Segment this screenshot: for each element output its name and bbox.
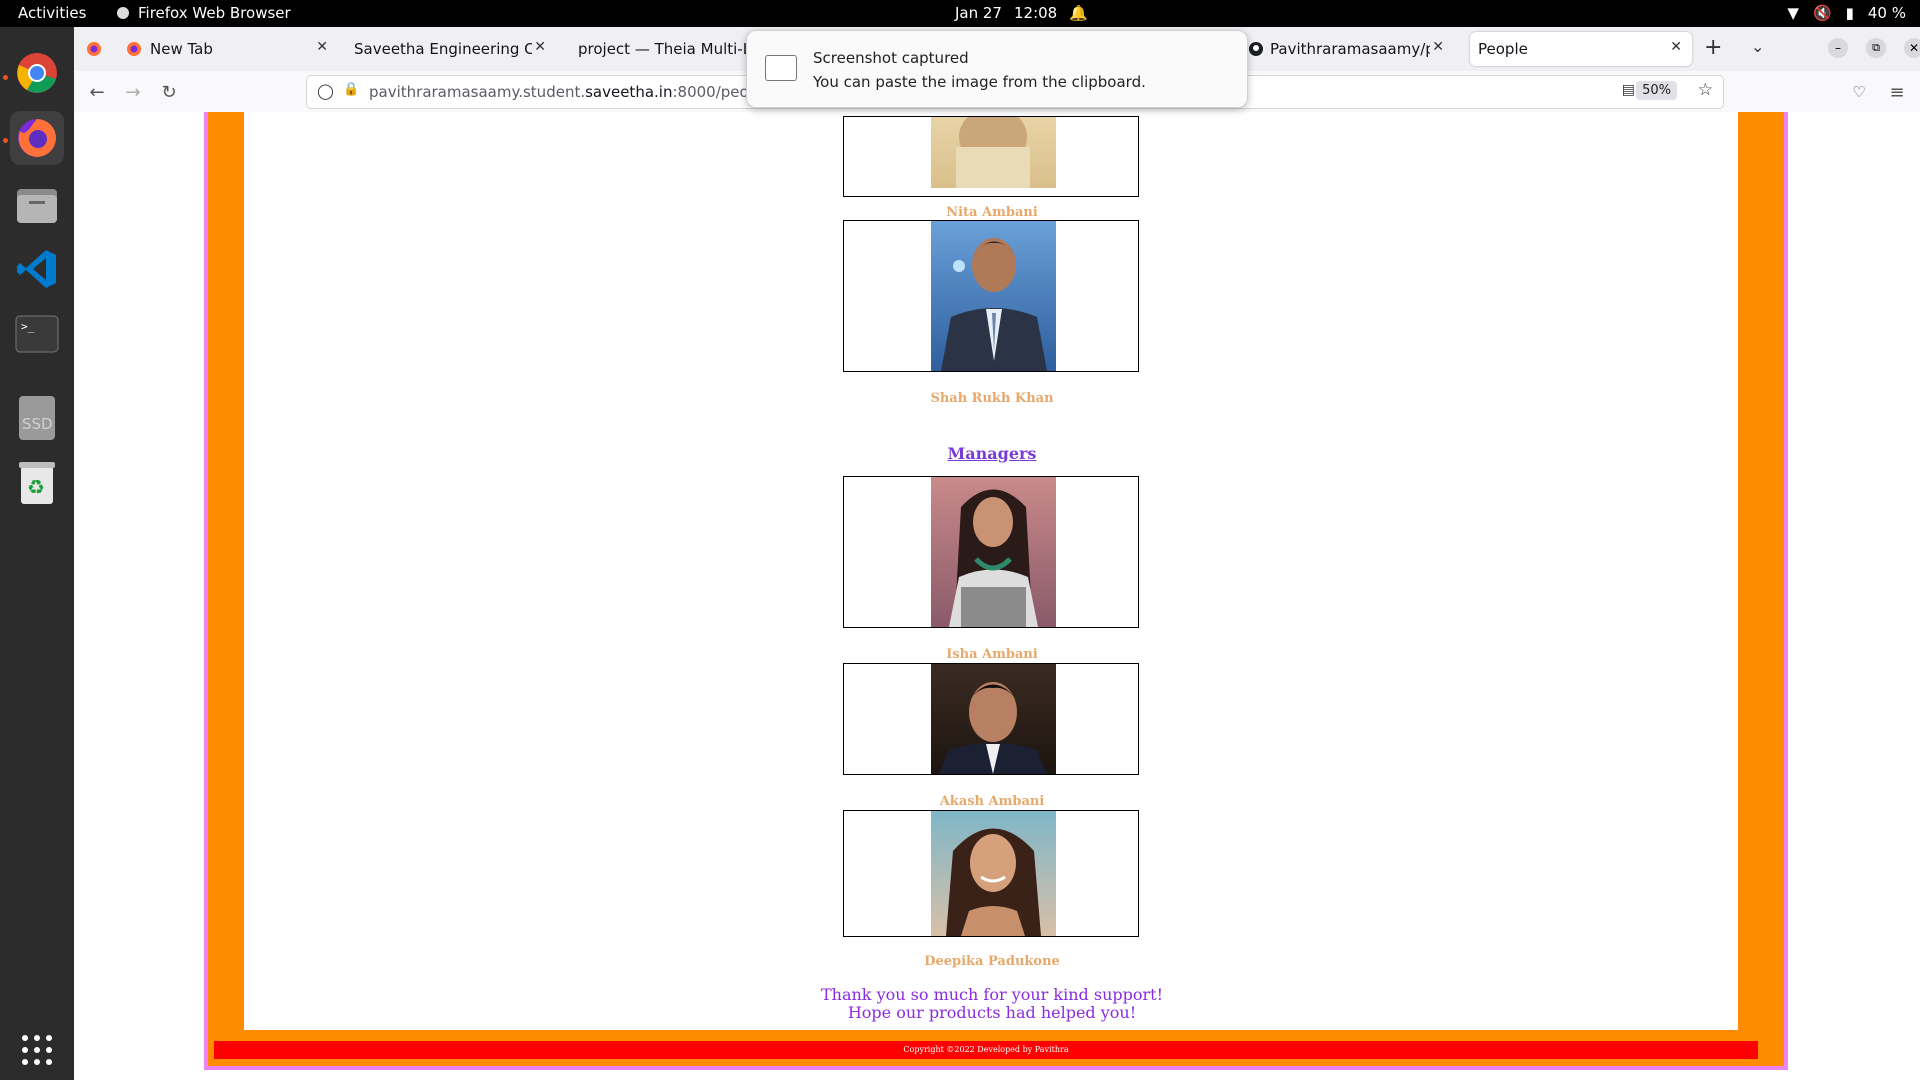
managers-heading[interactable]: Managers [744, 444, 1240, 463]
url-domain: saveetha.in [585, 83, 673, 101]
battery-percentage: 40 % [1867, 4, 1906, 22]
volume-muted-icon: 🔇 [1812, 4, 1832, 22]
tab-new-tab[interactable]: New Tab ✕ [118, 32, 338, 66]
thank-you-message: Thank you so much for your kind support!… [644, 986, 1340, 1022]
clock-time: 12:08 [1013, 4, 1058, 22]
tab-theia-project[interactable]: project — Theia Multi-Lar [566, 32, 746, 66]
clock-date: Jan 27 [955, 4, 1002, 22]
person-card [843, 220, 1139, 372]
svg-text:>_: >_ [21, 320, 35, 333]
list-all-tabs-chevron-icon[interactable]: ⌄ [1751, 37, 1764, 56]
person-photo [931, 221, 1056, 371]
web-page: Nita Ambani Shah Rukh Khan Managers Isha… [74, 112, 1920, 1080]
reader-view-icon[interactable]: ▤ [1622, 82, 1635, 98]
manager-name: Akash Ambani [939, 794, 1045, 809]
screenshot-icon [765, 55, 797, 81]
close-tab-icon[interactable]: ✕ [534, 39, 546, 55]
close-window-icon[interactable]: ✕ [1904, 38, 1920, 58]
pocket-icon[interactable]: ♡ [1846, 79, 1872, 105]
wifi-icon: ▼ [1787, 4, 1799, 22]
files-icon[interactable] [10, 178, 64, 232]
restore-icon[interactable]: ⧉ [1866, 38, 1886, 58]
tracking-shield-icon[interactable]: ◯ [317, 82, 334, 100]
manager-photo [931, 477, 1056, 627]
clock[interactable]: Jan 27 12:08 🔔 [955, 4, 1088, 22]
tab-saveetha[interactable]: Saveetha Engineering Colleg ✕ [346, 32, 556, 66]
url-text: pavithraramasaamy.student.saveetha.in:80… [369, 83, 786, 101]
page-frame: Nita Ambani Shah Rukh Khan Managers Isha… [204, 112, 1788, 1070]
manager-photo [931, 664, 1056, 774]
thank-you-line-2: Hope our products had helped you! [847, 1003, 1137, 1022]
firefox-view-icon[interactable] [86, 41, 102, 61]
tab-github[interactable]: Pavithraramasaamy/prod ✕ [1248, 32, 1448, 66]
tab-title: New Tab [150, 40, 213, 58]
manager-card [843, 663, 1139, 775]
vscode-icon[interactable] [10, 242, 64, 296]
svg-text:♻: ♻ [27, 475, 45, 499]
tab-title: People [1478, 40, 1528, 58]
manager-card [843, 476, 1139, 628]
active-app-menu[interactable]: Firefox Web Browser [116, 4, 291, 22]
close-tab-icon[interactable]: ✕ [1432, 39, 1444, 55]
person-name: Nita Ambani [946, 205, 1038, 220]
url-prefix: pavithraramasaamy.student. [369, 83, 586, 101]
tab-title: project — Theia Multi-Lar [578, 40, 746, 58]
firefox-tab-icon [127, 42, 141, 56]
github-icon [1249, 42, 1263, 56]
notification-title: Screenshot captured [813, 49, 969, 67]
manager-card [843, 810, 1139, 937]
person-photo [931, 117, 1056, 188]
ssd-drive-icon[interactable]: SSD [10, 391, 64, 445]
manager-name: Isha Ambani [946, 647, 1038, 662]
running-indicator [3, 138, 8, 143]
lock-icon[interactable]: 🔒 [343, 82, 359, 97]
running-indicator [3, 75, 8, 80]
chrome-icon[interactable] [10, 46, 64, 100]
battery-icon: ▮ [1845, 4, 1854, 22]
manager-photo [931, 811, 1056, 936]
firefox-icon [117, 7, 129, 19]
minimize-icon[interactable]: – [1828, 38, 1848, 58]
terminal-icon[interactable]: >_ [10, 307, 64, 361]
new-tab-plus-icon[interactable]: + [1704, 35, 1722, 60]
page-content: Nita Ambani Shah Rukh Khan Managers Isha… [244, 112, 1738, 1030]
reload-icon[interactable]: ↻ [156, 79, 182, 105]
thank-you-line-1: Thank you so much for your kind support! [820, 985, 1163, 1004]
close-tab-icon[interactable]: ✕ [1670, 39, 1682, 55]
firefox-icon[interactable] [10, 111, 64, 165]
show-applications-icon[interactable] [10, 1023, 64, 1077]
hamburger-menu-icon[interactable]: ≡ [1884, 79, 1910, 105]
active-app-name: Firefox Web Browser [138, 4, 291, 22]
tab-people[interactable]: People ✕ [1470, 32, 1692, 66]
manager-name: Deepika Padukone [924, 954, 1060, 969]
screenshot-notification[interactable]: Screenshot captured You can paste the im… [746, 30, 1248, 108]
notification-body: You can paste the image from the clipboa… [813, 73, 1146, 91]
system-top-bar: Activities Firefox Web Browser Jan 27 12… [0, 0, 1920, 27]
close-tab-icon[interactable]: ✕ [316, 39, 328, 55]
trash-icon[interactable]: ♻ [10, 456, 64, 510]
activities-button[interactable]: Activities [18, 4, 86, 22]
person-card [843, 116, 1139, 197]
tab-title: Saveetha Engineering Colleg [354, 40, 532, 58]
zoom-level-button[interactable]: 50% [1636, 81, 1677, 100]
system-tray[interactable]: ▼ 🔇 ▮ 40 % [1787, 4, 1906, 22]
tab-title: Pavithraramasaamy/prod [1270, 40, 1430, 58]
forward-arrow-icon[interactable]: → [120, 79, 146, 105]
notification-bell-icon: 🔔 [1069, 4, 1088, 22]
bookmark-star-icon[interactable]: ☆ [1698, 80, 1713, 100]
svg-text:SSD: SSD [22, 415, 53, 433]
back-arrow-icon[interactable]: ← [84, 79, 110, 105]
dock: >_ SSD ♻ [0, 27, 74, 1080]
person-name: Shah Rukh Khan [930, 391, 1054, 406]
footer: Copyright ©2022 Developed by Pavithra [214, 1041, 1758, 1059]
